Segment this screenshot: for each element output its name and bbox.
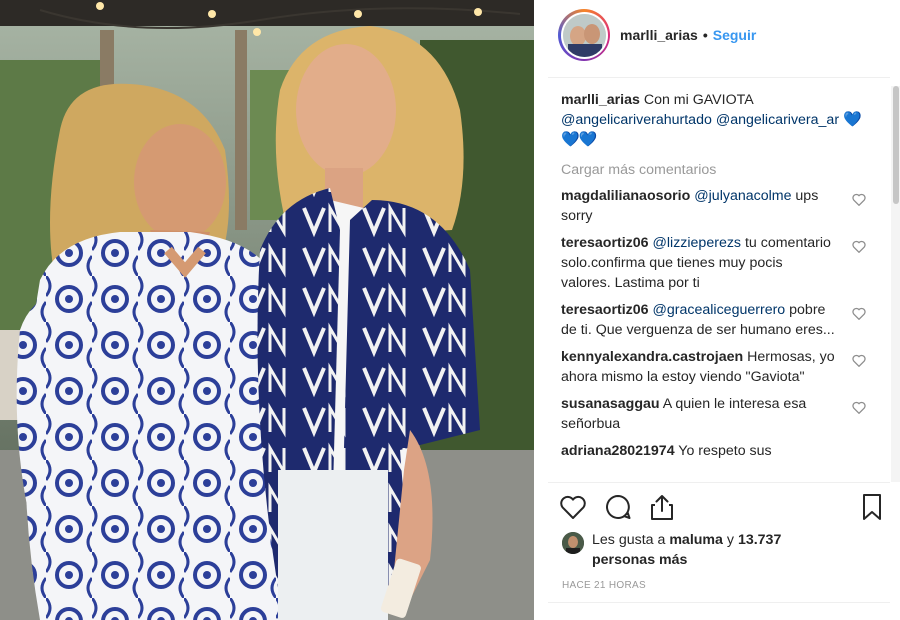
likes-connector: y	[726, 532, 734, 548]
author-avatar[interactable]	[562, 13, 606, 57]
divider	[548, 602, 890, 603]
comment-bubble-icon[interactable]	[603, 492, 633, 522]
post-side-panel: marlli_arias • Seguir marlli_arias Con m…	[534, 0, 900, 620]
load-more-comments-link[interactable]: Cargar más comentarios	[561, 160, 866, 180]
photo-illustration	[0, 0, 534, 620]
caption-text: Con mi GAVIOTA	[643, 92, 753, 108]
liker-avatar[interactable]	[562, 532, 584, 554]
post-timestamp[interactable]: HACE 21 HORAS	[562, 580, 646, 591]
comment-username[interactable]: kennyalexandra.castrojaen	[561, 349, 743, 365]
comment-mention[interactable]: @lizzieperezs	[653, 235, 742, 251]
comment-item: adriana28021974 Yo respeto sus	[561, 441, 866, 461]
comment-item: susanasaggau A quien le interesa esa señ…	[561, 394, 866, 434]
comments-section[interactable]: marlli_arias Con mi GAVIOTA @angelicariv…	[561, 90, 866, 482]
comment-item: teresaortiz06 @lizzieperezs tu comentari…	[561, 233, 866, 293]
caption-mention[interactable]: @angelicarivera_ar	[716, 112, 839, 128]
likes-text: Les gusta a maluma y 13.737 personas más	[592, 530, 792, 570]
heart-outline-icon[interactable]	[558, 492, 588, 522]
comment-username[interactable]: magdalilianaosorio	[561, 188, 690, 204]
separator-dot: •	[702, 27, 708, 43]
share-upload-icon[interactable]	[647, 492, 677, 522]
post-photo[interactable]	[0, 0, 534, 620]
comment-like-icon[interactable]	[852, 193, 866, 206]
comment-like-icon[interactable]	[852, 354, 866, 367]
scrollbar-thumb[interactable]	[893, 86, 899, 204]
comment-item: kennyalexandra.castrojaen Hermosas, yo a…	[561, 347, 866, 387]
likes-summary: Les gusta a maluma y 13.737 personas más	[562, 530, 792, 570]
bookmark-icon[interactable]	[857, 492, 887, 522]
comment-username[interactable]: susanasaggau	[561, 396, 660, 412]
divider	[548, 482, 890, 483]
caption-mention[interactable]: @angelicariverahurtado	[561, 112, 712, 128]
story-ring[interactable]	[558, 9, 610, 61]
comments-scrollbar[interactable]	[891, 86, 900, 482]
comment-like-icon[interactable]	[852, 401, 866, 414]
liker-username[interactable]: maluma	[669, 532, 723, 548]
post-actions-bar	[534, 492, 900, 526]
author-username[interactable]: marlli_arias	[620, 27, 698, 43]
comment-username[interactable]: teresaortiz06	[561, 235, 649, 251]
comment-like-icon[interactable]	[852, 307, 866, 320]
comment-username[interactable]: adriana28021974	[561, 443, 675, 459]
post-caption: marlli_arias Con mi GAVIOTA @angelicariv…	[561, 90, 866, 150]
comment-item: teresaortiz06 @gracealiceguerrero pobre …	[561, 300, 866, 340]
comment-like-icon[interactable]	[852, 240, 866, 253]
follow-button[interactable]: Seguir	[713, 27, 757, 43]
divider	[548, 77, 890, 78]
comment-mention[interactable]: @gracealiceguerrero	[653, 302, 786, 318]
caption-username[interactable]: marlli_arias	[561, 92, 640, 108]
post-header: marlli_arias • Seguir	[534, 0, 890, 70]
comment-text: Yo respeto sus	[678, 443, 772, 459]
comment-item: magdalilianaosorio @julyanacolme ups sor…	[561, 186, 866, 226]
likes-prefix: Les gusta a	[592, 532, 666, 548]
comment-username[interactable]: teresaortiz06	[561, 302, 649, 318]
comment-mention[interactable]: @julyanacolme	[694, 188, 791, 204]
